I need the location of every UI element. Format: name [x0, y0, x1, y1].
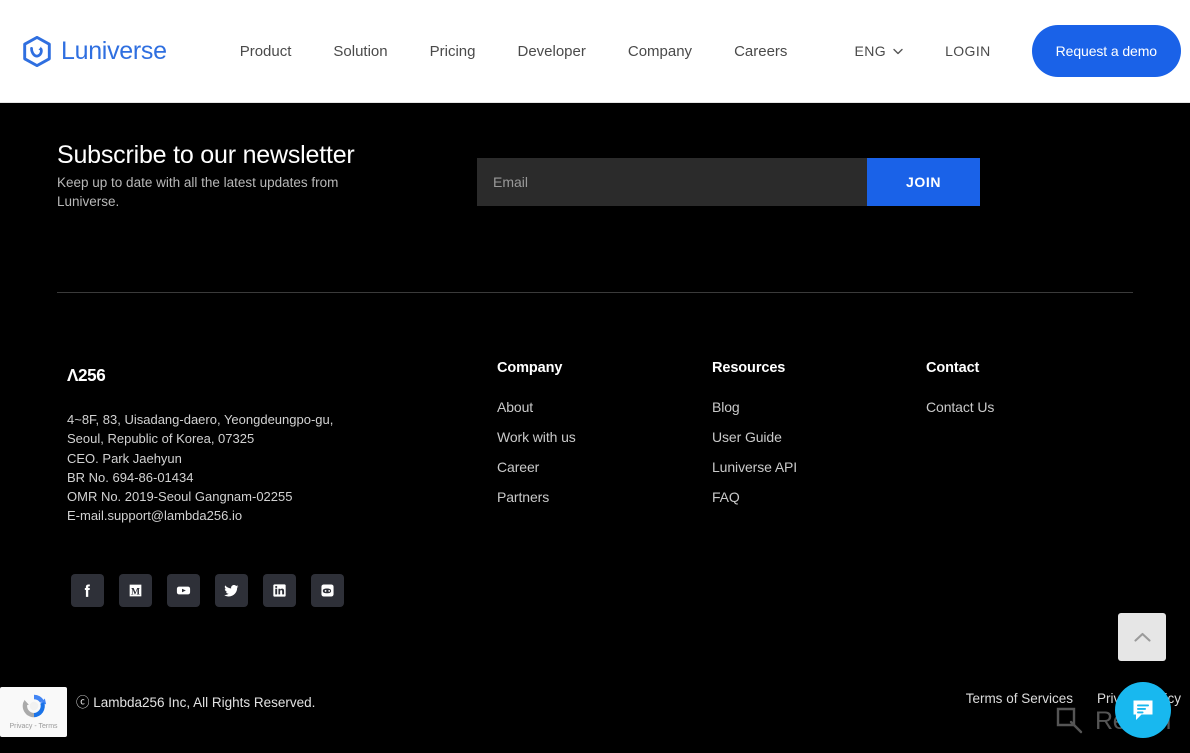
svg-text:M: M — [131, 587, 140, 598]
nav-item-careers[interactable]: Careers — [713, 37, 808, 66]
recaptcha-label: Privacy - Terms — [9, 723, 58, 730]
recaptcha-badge[interactable]: Privacy - Terms — [0, 687, 67, 737]
footer-column-resources: Resources Blog User Guide Luniverse API … — [712, 360, 797, 519]
discord-icon — [321, 584, 334, 597]
site-header: Luniverse Product Solution Pricing Devel… — [0, 0, 1190, 103]
footer-link-faq[interactable]: FAQ — [712, 489, 797, 505]
facebook-icon — [84, 584, 90, 597]
social-link-youtube[interactable] — [167, 574, 200, 607]
twitter-icon — [224, 584, 239, 597]
linkedin-icon — [273, 584, 286, 597]
newsletter-subtitle: Keep up to date with all the latest upda… — [57, 175, 339, 209]
footer-link-career[interactable]: Career — [497, 459, 576, 475]
lambda256-logo: Λ256 — [67, 366, 106, 385]
social-link-twitter[interactable] — [215, 574, 248, 607]
luniverse-logo[interactable]: Luniverse — [22, 35, 167, 67]
nav-item-solution[interactable]: Solution — [312, 37, 408, 66]
newsletter-form: JOIN — [477, 158, 980, 206]
newsletter-title: Subscribe to our newsletter — [57, 141, 355, 169]
footer-link-work-with-us[interactable]: Work with us — [497, 429, 576, 445]
footer-link-user-guide[interactable]: User Guide — [712, 429, 797, 445]
footer-link-partners[interactable]: Partners — [497, 489, 576, 505]
footer-heading-contact: Contact — [926, 360, 980, 376]
section-divider — [57, 292, 1133, 293]
language-selector[interactable]: ENG — [855, 43, 904, 59]
luniverse-hexagon-icon — [23, 35, 51, 67]
social-link-linkedin[interactable] — [263, 574, 296, 607]
chevron-up-icon — [1133, 632, 1151, 642]
luniverse-wordmark: Luniverse — [61, 36, 167, 65]
nav-item-product[interactable]: Product — [219, 37, 313, 66]
footer-link-contact-us[interactable]: Contact Us — [926, 399, 994, 415]
footer-column-contact: Contact Contact Us — [926, 360, 994, 429]
nav-item-pricing[interactable]: Pricing — [409, 37, 497, 66]
nav-item-company[interactable]: Company — [607, 37, 713, 66]
scroll-to-top-button[interactable] — [1118, 613, 1166, 661]
copyright-text: ⓒ Lambda256 Inc, All Rights Reserved. — [76, 695, 316, 710]
main-nav: Product Solution Pricing Developer Compa… — [219, 37, 809, 66]
request-demo-button[interactable]: Request a demo — [1031, 25, 1181, 77]
join-button[interactable]: JOIN — [867, 158, 980, 206]
youtube-icon — [176, 586, 191, 595]
social-link-facebook[interactable] — [71, 574, 104, 607]
revain-logo-icon — [1056, 707, 1083, 734]
footer-link-luniverse-api[interactable]: Luniverse API — [712, 459, 797, 475]
chat-bubble-icon — [1133, 700, 1153, 720]
email-input[interactable] — [477, 158, 867, 206]
terms-of-services-link[interactable]: Terms of Services — [966, 691, 1073, 706]
language-label: ENG — [854, 43, 887, 59]
chat-widget-button[interactable] — [1115, 682, 1171, 738]
footer-link-blog[interactable]: Blog — [712, 399, 797, 415]
company-address: 4~8F, 83, Uisadang-daero, Yeongdeungpo-g… — [67, 412, 334, 524]
social-link-discord[interactable] — [311, 574, 344, 607]
footer-heading-company: Company — [497, 360, 563, 376]
footer-heading-resources: Resources — [712, 360, 786, 376]
footer-column-company: Company About Work with us Career Partne… — [497, 360, 576, 519]
header-actions: ENG LOGIN Request a demo — [855, 25, 1181, 77]
social-links: M — [71, 574, 344, 607]
svg-text:Λ256: Λ256 — [67, 366, 105, 385]
chevron-down-icon — [893, 48, 903, 54]
page-root: Luniverse Product Solution Pricing Devel… — [0, 0, 1190, 753]
login-link[interactable]: LOGIN — [945, 43, 991, 59]
recaptcha-icon — [22, 694, 46, 718]
nav-item-developer[interactable]: Developer — [496, 37, 606, 66]
medium-icon: M — [129, 584, 142, 598]
footer-link-about[interactable]: About — [497, 399, 576, 415]
social-link-medium[interactable]: M — [119, 574, 152, 607]
